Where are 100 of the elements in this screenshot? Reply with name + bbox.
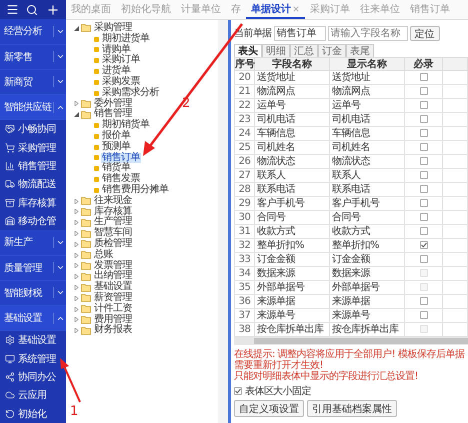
action-button[interactable]: 自定义项设置 <box>234 400 304 417</box>
table-cell: 车辆信息 <box>254 126 330 140</box>
tree-item[interactable]: 销售发票 <box>101 174 141 185</box>
table-cell: 28 <box>234 182 254 196</box>
tree-item[interactable]: 智慧车间 <box>93 228 133 239</box>
checkbox[interactable] <box>420 171 428 180</box>
action-button[interactable]: 引用基础档案属性 <box>307 400 397 417</box>
tree-item[interactable]: 销售费用分摊单 <box>101 184 170 196</box>
folder-icon <box>81 24 91 32</box>
search-field[interactable]: 请输入字段名称 <box>328 26 408 40</box>
table-cell: 外部单据号 <box>254 280 330 294</box>
close-icon[interactable] <box>292 4 300 12</box>
sidebar-group[interactable]: 新商贸 <box>0 70 66 95</box>
column-header: 序号 <box>234 58 254 70</box>
annotation-number: 1 <box>70 404 78 419</box>
expander-icon[interactable] <box>74 26 79 31</box>
checkbox[interactable] <box>420 241 428 250</box>
table-cell: 收款方式 <box>330 224 404 238</box>
checkbox[interactable] <box>420 213 428 222</box>
bullet-icon <box>94 134 99 139</box>
add-icon[interactable] <box>46 2 60 17</box>
table-cell: 物流状态 <box>254 154 330 168</box>
table-cell: 34 <box>234 266 254 280</box>
tree-item[interactable]: 总账 <box>93 250 114 261</box>
tree-item[interactable]: 进货单 <box>101 66 132 77</box>
table-cell: 24 <box>234 126 254 140</box>
table-cell: 32 <box>234 238 254 252</box>
bullet-icon <box>94 80 99 85</box>
tab[interactable]: 表尾 <box>346 44 374 57</box>
table-cell: 联系人 <box>254 168 330 182</box>
bullet-icon <box>94 166 99 172</box>
checkbox[interactable] <box>420 311 428 320</box>
tree-item[interactable]: 财务报表 <box>93 325 133 336</box>
table-cell: 25 <box>234 140 254 154</box>
tree-item[interactable]: 薪资管理 <box>93 292 133 304</box>
locate-button[interactable]: 定位 <box>410 26 440 40</box>
sidebar-group[interactable]: 基础设置 <box>0 306 66 332</box>
tree-item[interactable]: 预测单 <box>101 142 132 153</box>
sidebar-group[interactable]: 质量管理 <box>0 256 66 281</box>
tree-item[interactable]: 委外管理 <box>93 98 133 110</box>
checkbox[interactable] <box>420 143 428 152</box>
tree-item[interactable]: 基础设置 <box>93 282 133 293</box>
table-cell: 物流网点 <box>330 84 404 98</box>
tab[interactable]: 订金 <box>318 44 346 57</box>
scrollbar[interactable] <box>254 338 468 344</box>
tree-item[interactable]: 报价单 <box>101 130 132 142</box>
tab[interactable]: 表头 <box>234 44 262 57</box>
chart-icon <box>5 161 15 172</box>
tab[interactable]: 汇总 <box>290 44 318 57</box>
menu-icon[interactable] <box>6 3 19 16</box>
sidebar-group[interactable]: 智能财税 <box>0 280 66 306</box>
tree-item[interactable]: 期初销货单 <box>101 120 150 131</box>
checkbox[interactable] <box>420 101 428 110</box>
bullet-icon <box>94 144 99 150</box>
checkbox[interactable] <box>420 199 428 208</box>
tree-item[interactable]: 销货单 <box>101 163 132 174</box>
checkbox-label: 表体区大小固定 <box>245 384 311 398</box>
checkbox[interactable] <box>234 387 242 395</box>
table-cell: 运单号 <box>330 98 404 112</box>
checkbox[interactable] <box>420 115 428 124</box>
table-cell: 37 <box>234 308 254 322</box>
column-header: 必录 <box>404 58 442 70</box>
table-cell: 30 <box>234 210 254 224</box>
bullet-icon <box>94 90 99 96</box>
checkbox[interactable] <box>420 157 428 166</box>
tree-item[interactable]: 销售订单 <box>101 152 141 164</box>
tree-item[interactable]: 采购发票 <box>101 76 141 88</box>
table-cell: 数据来源 <box>330 266 404 280</box>
checkbox[interactable] <box>420 87 428 96</box>
table-cell: 数据来源 <box>254 266 330 280</box>
tree-item[interactable]: 期初进货单 <box>101 34 150 45</box>
table-cell: 合同号 <box>330 210 404 224</box>
tree-item[interactable]: 采购需求分析 <box>101 88 160 99</box>
cloud-icon <box>5 390 15 400</box>
table-cell: 运单号 <box>254 98 330 112</box>
tree-item[interactable]: 计件工资 <box>93 304 133 315</box>
tree-item[interactable]: 往来现金 <box>93 196 133 207</box>
expander-icon[interactable] <box>74 112 79 118</box>
tab[interactable]: 明细 <box>262 44 290 57</box>
table-cell: 来源单据 <box>330 294 404 308</box>
checkbox[interactable] <box>420 185 428 194</box>
table-cell: 联系电话 <box>330 182 404 196</box>
checkbox[interactable] <box>420 129 428 138</box>
search-icon[interactable] <box>26 4 38 16</box>
checkbox[interactable] <box>420 73 428 82</box>
table-cell: 26 <box>234 154 254 168</box>
tree-item[interactable]: 质检管理 <box>93 238 133 250</box>
bullet-icon <box>94 69 99 74</box>
table-cell: 35 <box>234 280 254 294</box>
table-cell: 33 <box>234 252 254 266</box>
table-cell: 21 <box>234 84 254 98</box>
sidebar-group[interactable]: 新零售 <box>0 44 66 70</box>
table-cell: 27 <box>234 168 254 182</box>
table-cell: 订金金额 <box>254 252 330 266</box>
checkbox[interactable] <box>420 255 428 264</box>
tree-item[interactable]: 采购管理 <box>93 23 133 34</box>
checkbox[interactable] <box>420 227 428 236</box>
sidebar-group[interactable]: 智能供应链 <box>0 94 66 120</box>
bill-field[interactable]: 销售订单 <box>274 26 326 40</box>
checkbox[interactable] <box>420 297 428 306</box>
